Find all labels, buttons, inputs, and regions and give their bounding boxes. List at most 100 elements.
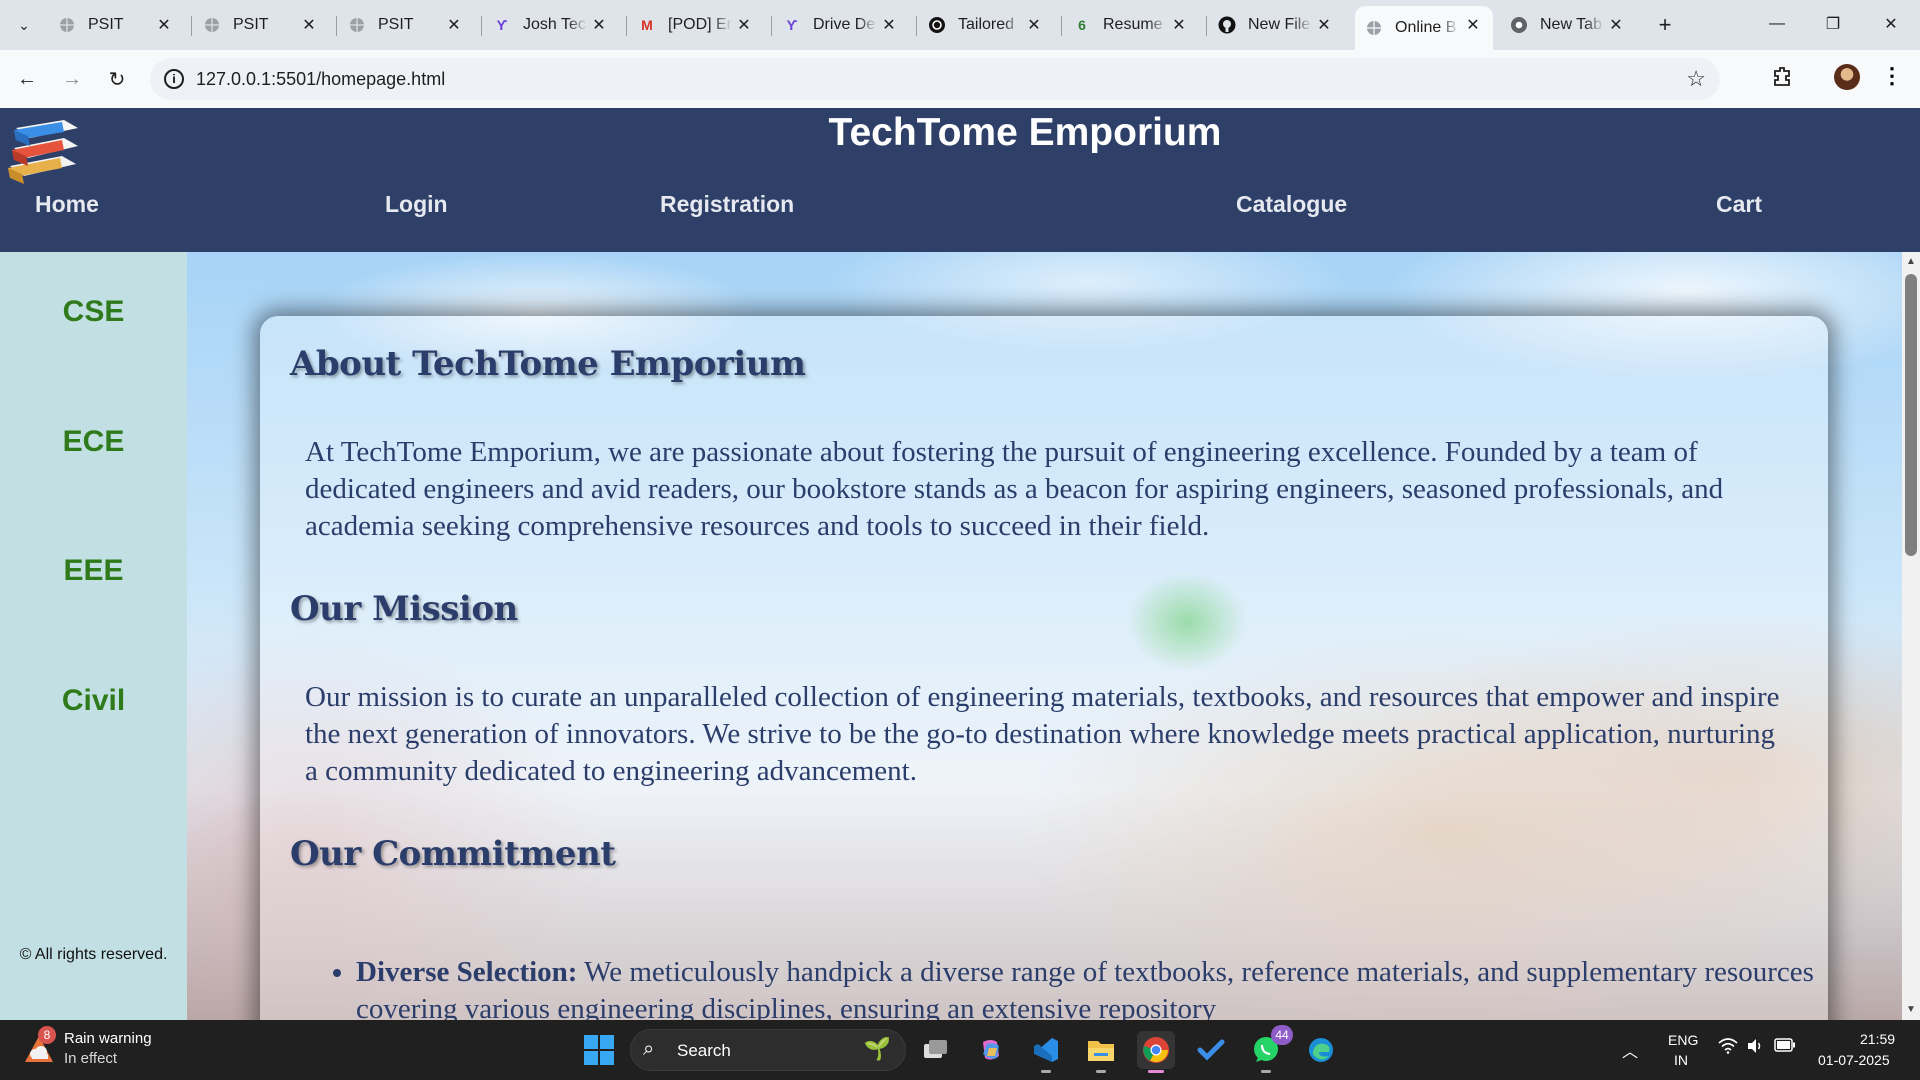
back-button[interactable]: ← bbox=[10, 62, 44, 96]
browser-menu-icon[interactable]: ⋮ bbox=[1881, 62, 1903, 90]
volume-icon[interactable] bbox=[1746, 1038, 1764, 1059]
tab-divider bbox=[1206, 16, 1207, 36]
close-tab-icon[interactable]: ✕ bbox=[444, 15, 464, 35]
wifi-icon[interactable] bbox=[1718, 1038, 1738, 1059]
browser-tab[interactable]: PSIT ✕ bbox=[193, 6, 329, 44]
browser-tab[interactable]: PSIT ✕ bbox=[338, 6, 474, 44]
site-title: TechTome Emporium bbox=[828, 111, 1222, 154]
task-view-icon[interactable] bbox=[917, 1031, 955, 1069]
todo-icon[interactable] bbox=[1192, 1031, 1230, 1069]
close-tab-icon[interactable]: ✕ bbox=[1606, 15, 1626, 35]
openai-icon bbox=[928, 16, 946, 34]
url-text[interactable]: 127.0.0.1:5501/homepage.html bbox=[196, 69, 445, 90]
tab-title: PSIT bbox=[378, 16, 414, 33]
vscode-icon[interactable] bbox=[1027, 1031, 1065, 1073]
nav-registration[interactable]: Registration bbox=[660, 191, 794, 218]
copyright-text: © All rights reserved. bbox=[19, 946, 168, 963]
tab-title: Resume bbox=[1103, 16, 1163, 33]
new-tab-button[interactable]: + bbox=[1651, 11, 1679, 39]
resume-icon: 6 bbox=[1078, 17, 1086, 33]
close-tab-icon[interactable]: ✕ bbox=[154, 15, 174, 35]
taskbar-search[interactable]: ⌕ Search 🌱 bbox=[630, 1029, 906, 1071]
tab-title: [POD] Er bbox=[668, 16, 732, 33]
about-paragraph: At TechTome Emporium, we are passionate … bbox=[305, 436, 1724, 542]
chrome-taskbar-icon[interactable] bbox=[1137, 1031, 1175, 1073]
clock-time[interactable]: 21:59 bbox=[1860, 1031, 1895, 1047]
nav-cart[interactable]: Cart bbox=[1716, 191, 1762, 218]
tab-title: PSIT bbox=[88, 16, 124, 33]
sidebar-item-cse[interactable]: CSE bbox=[0, 295, 187, 329]
copilot-icon[interactable] bbox=[972, 1031, 1010, 1069]
running-indicator bbox=[1096, 1070, 1106, 1073]
close-tab-icon[interactable]: ✕ bbox=[1314, 15, 1334, 35]
weather-title: Rain warning bbox=[64, 1030, 152, 1047]
browser-tab[interactable]: ϒ Drive De ✕ bbox=[773, 6, 909, 44]
browser-tab[interactable]: ϒ Josh Tec ✕ bbox=[483, 6, 619, 44]
sidebar-item-ece[interactable]: ECE bbox=[0, 425, 187, 459]
tab-title: New Tab bbox=[1540, 16, 1602, 33]
commitment-heading: Our Commitment bbox=[290, 834, 616, 874]
sidebar: CSE ECE EEE Civil © All rights reserved. bbox=[0, 252, 187, 1020]
running-indicator bbox=[1041, 1070, 1051, 1073]
arrow-left-icon: ← bbox=[17, 67, 37, 90]
close-tab-icon[interactable]: ✕ bbox=[734, 15, 754, 35]
tab-title: PSIT bbox=[233, 16, 269, 33]
tab-divider bbox=[1061, 16, 1062, 36]
show-hidden-icons[interactable]: ︿ bbox=[1622, 1038, 1638, 1062]
page-scrollbar[interactable]: ▲ ▼ bbox=[1902, 252, 1920, 1020]
browser-tab[interactable]: New Tab ✕ bbox=[1500, 6, 1636, 44]
globe-icon bbox=[58, 16, 76, 34]
close-window-button[interactable]: ✕ bbox=[1868, 8, 1914, 40]
nav-catalogue[interactable]: Catalogue bbox=[1236, 191, 1347, 218]
profile-avatar[interactable] bbox=[1834, 64, 1860, 90]
close-tab-icon[interactable]: ✕ bbox=[1169, 15, 1189, 35]
close-tab-icon[interactable]: ✕ bbox=[1463, 15, 1483, 35]
close-tab-icon[interactable]: ✕ bbox=[1024, 15, 1044, 35]
tab-search-button[interactable]: ⌄ bbox=[8, 10, 40, 40]
browser-tab[interactable]: PSIT ✕ bbox=[48, 6, 184, 44]
close-tab-icon[interactable]: ✕ bbox=[299, 15, 319, 35]
clock-date[interactable]: 01-07-2025 bbox=[1818, 1052, 1890, 1068]
josh-icon: ϒ bbox=[496, 17, 508, 33]
language-indicator[interactable]: ENG bbox=[1668, 1032, 1698, 1048]
nav-home[interactable]: Home bbox=[35, 191, 99, 218]
language-region[interactable]: IN bbox=[1674, 1052, 1688, 1068]
bookmark-star-icon[interactable]: ☆ bbox=[1686, 66, 1706, 92]
reload-button[interactable]: ↻ bbox=[100, 62, 134, 96]
minimize-button[interactable]: — bbox=[1754, 8, 1800, 40]
close-tab-icon[interactable]: ✕ bbox=[589, 15, 609, 35]
edge-icon[interactable] bbox=[1302, 1031, 1340, 1069]
scroll-up-icon[interactable]: ▲ bbox=[1906, 256, 1916, 267]
tab-title: Tailored bbox=[958, 16, 1015, 33]
windows-start-icon[interactable] bbox=[584, 1035, 614, 1065]
forward-button[interactable]: → bbox=[55, 62, 89, 96]
file-explorer-icon[interactable] bbox=[1082, 1031, 1120, 1073]
sidebar-item-eee[interactable]: EEE bbox=[0, 554, 187, 588]
browser-tab[interactable]: 6 Resume ✕ bbox=[1063, 6, 1199, 44]
sidebar-item-civil[interactable]: Civil bbox=[0, 684, 187, 718]
about-heading: About TechTome Emporium bbox=[290, 344, 806, 384]
extensions-icon[interactable] bbox=[1768, 62, 1796, 90]
github-icon bbox=[1218, 16, 1236, 34]
scrollbar-thumb[interactable] bbox=[1905, 274, 1917, 556]
minimize-icon: — bbox=[1769, 15, 1785, 32]
battery-icon[interactable] bbox=[1774, 1038, 1796, 1057]
site-info-icon[interactable]: i bbox=[164, 69, 184, 89]
weather-status: In effect bbox=[64, 1050, 118, 1067]
close-tab-icon[interactable]: ✕ bbox=[879, 15, 899, 35]
browser-tab-active[interactable]: Online B ✕ bbox=[1355, 6, 1493, 50]
scroll-down-icon[interactable]: ▼ bbox=[1906, 1004, 1916, 1015]
browser-tab[interactable]: New File ✕ bbox=[1208, 6, 1344, 44]
site-header: TechTome Emporium Home Login Registratio… bbox=[0, 108, 1920, 252]
tab-divider bbox=[191, 16, 192, 36]
mission-heading: Our Mission bbox=[290, 589, 518, 629]
whatsapp-icon[interactable]: 44 bbox=[1247, 1025, 1293, 1073]
browser-tab[interactable]: M [POD] Er ✕ bbox=[628, 6, 764, 44]
browser-tab[interactable]: Tailored ✕ bbox=[918, 6, 1054, 44]
address-bar[interactable]: i 127.0.0.1:5501/homepage.html ☆ bbox=[150, 58, 1720, 100]
restore-button[interactable]: ❐ bbox=[1810, 8, 1856, 40]
tab-divider bbox=[771, 16, 772, 36]
tab-title: Drive De bbox=[813, 16, 876, 33]
tab-divider bbox=[481, 16, 482, 36]
nav-login[interactable]: Login bbox=[385, 191, 448, 218]
